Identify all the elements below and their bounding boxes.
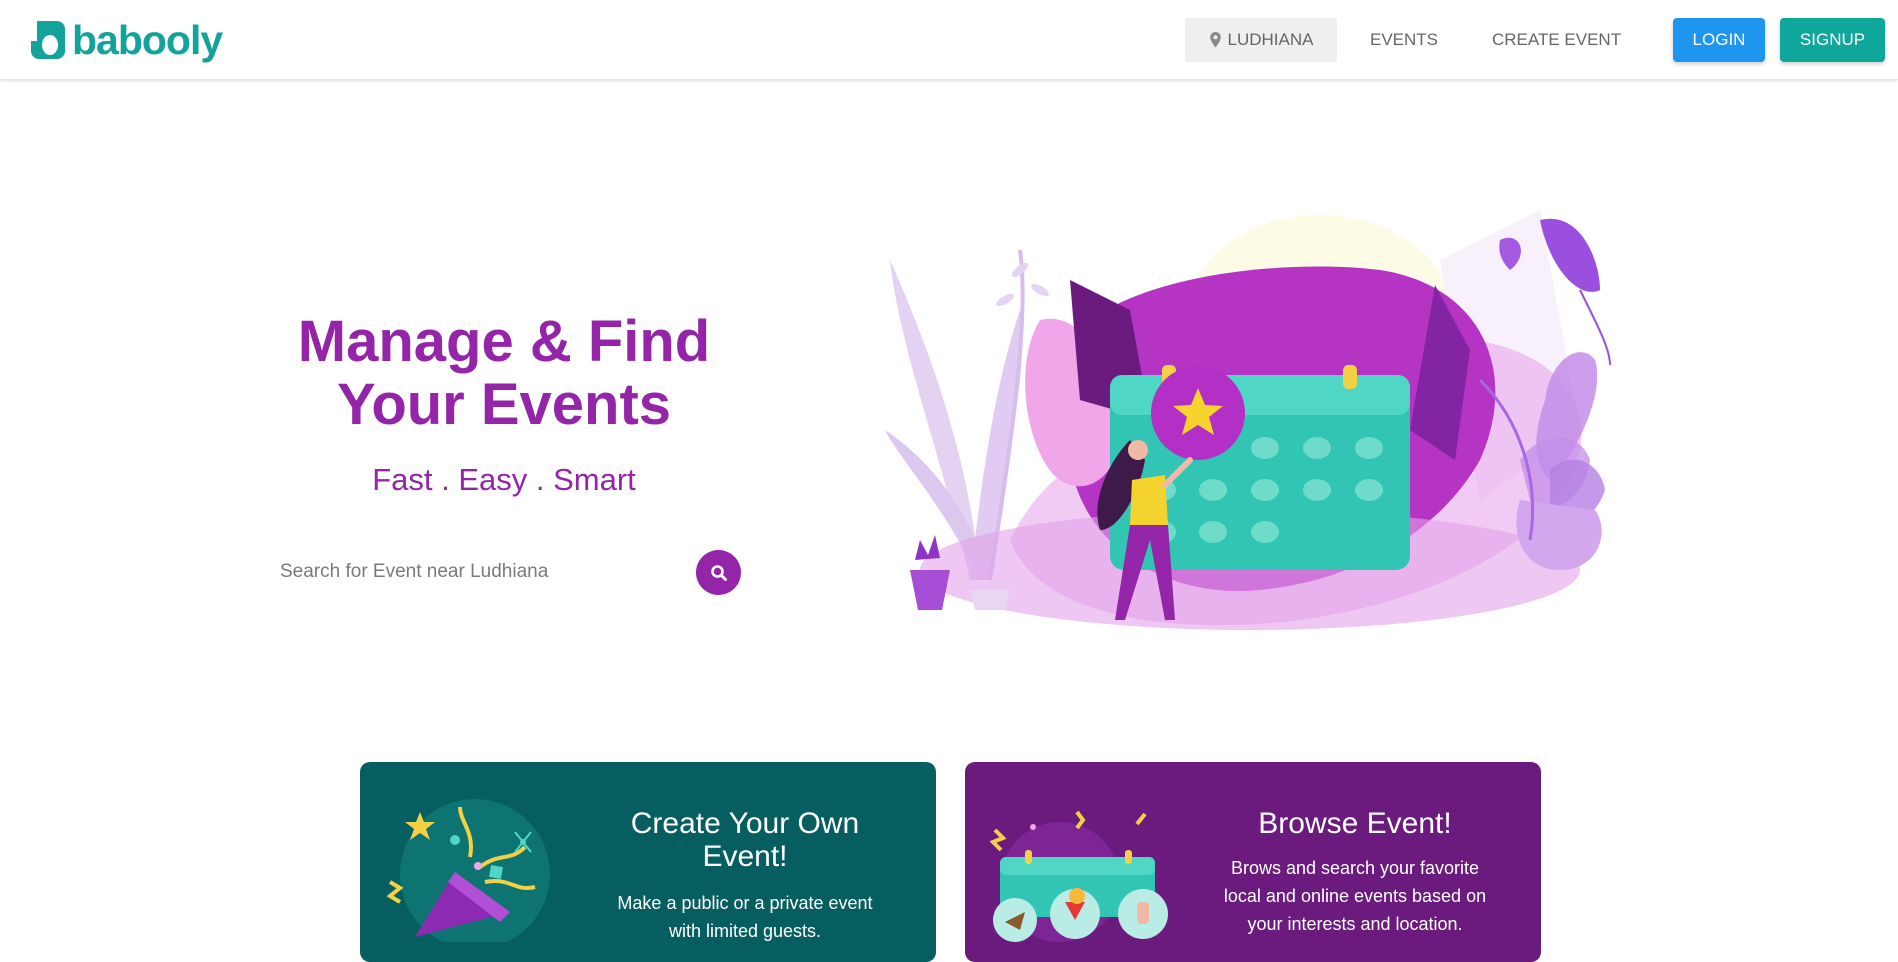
brand-name: babooly — [72, 17, 223, 63]
party-popper-icon — [386, 799, 550, 942]
browse-event-card-description: Brows and search your favorite local and… — [1223, 858, 1487, 934]
search-icon — [710, 564, 727, 581]
search-button[interactable] — [696, 550, 741, 595]
top-navbar: babooly LUDHIANA EVENTS CREATE EVENT LOG… — [0, 0, 1898, 80]
location-label: LUDHIANA — [1227, 30, 1314, 49]
browse-event-card[interactable]: Browse Event! Brows and search your favo… — [965, 762, 1541, 962]
login-button[interactable]: LOGIN — [1673, 18, 1765, 62]
hero-title: Manage & Find Your Events — [250, 310, 758, 436]
nav-events-link[interactable]: EVENTS — [1370, 18, 1438, 62]
nav-create-event-link[interactable]: CREATE EVENT — [1492, 18, 1621, 62]
hero-title-line2: Your Events — [336, 372, 672, 437]
location-pin-icon — [1209, 32, 1221, 48]
logo-mark-icon — [31, 21, 65, 59]
browse-event-card-title: Browse Event! — [1258, 807, 1452, 840]
create-event-card-title: Create Your Own Event! — [630, 807, 860, 873]
location-selector[interactable]: LUDHIANA — [1185, 18, 1337, 62]
create-event-card[interactable]: Create Your Own Event! Make a public or … — [360, 762, 936, 962]
hero-tagline: Fast . Easy . Smart — [372, 462, 636, 497]
hero-title-line1: Manage & Find — [297, 309, 711, 374]
event-calendar-icon — [989, 810, 1168, 942]
signup-button[interactable]: SIGNUP — [1780, 18, 1885, 62]
hero-calendar-illustration — [885, 210, 1611, 630]
event-search-input[interactable] — [268, 552, 688, 592]
brand-logo[interactable]: babooly — [28, 17, 223, 63]
